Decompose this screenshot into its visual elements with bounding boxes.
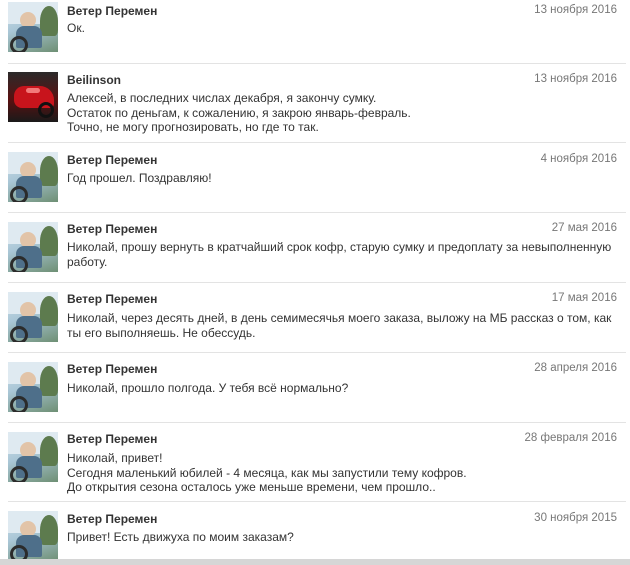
message-line: Николай, прошло полгода. У тебя всё норм… [67,381,349,395]
message-line: ты его выполняешь. Не обессудь. [67,325,256,340]
message-text: Николай, через десять дней, в день семим… [67,311,617,340]
message-author[interactable]: Ветер Перемен [67,222,157,236]
message-text: Привет! Есть движуха по моим заказам? [67,530,617,545]
message-date: 30 ноября 2015 [534,512,617,524]
message-text: Николай, привет! Сегодня маленький юбиле… [67,451,617,495]
message-author[interactable]: Beilinson [67,73,121,87]
message-line: Ок. [67,21,85,35]
message-date: 13 ноября 2016 [534,4,617,16]
avatar[interactable] [8,2,58,52]
avatar[interactable] [8,432,58,482]
divider [8,422,626,423]
message-text: Николай, прошу вернуть в кратчайший срок… [67,240,617,269]
message-text: Николай, прошло полгода. У тебя всё норм… [67,381,617,396]
message-line: Остаток по деньгам, к сожалению, я закро… [67,105,411,120]
divider [8,282,626,283]
avatar[interactable] [8,511,58,561]
horizontal-scrollbar[interactable] [0,559,630,565]
message-line: Точно, не могу прогнозировать, но где то… [67,120,319,134]
avatar[interactable] [8,152,58,202]
message-thread: Ветер Перемен 13 ноября 2016 Ок. Beilins… [0,0,630,565]
message-date: 13 ноября 2016 [534,73,617,85]
message-date: 28 апреля 2016 [534,362,617,374]
message-author[interactable]: Ветер Перемен [67,432,157,446]
message-date: 28 февраля 2016 [524,432,617,444]
divider [8,63,626,64]
message-date: 27 мая 2016 [551,222,617,234]
message-line: Николай, прошу вернуть в кратчайший срок… [67,240,612,254]
message-line: До открытия сезона осталось уже меньше в… [67,480,436,494]
message-text: Ок. [67,21,617,36]
message-author[interactable]: Ветер Перемен [67,512,157,526]
message-line: работу. [67,254,108,269]
divider [8,142,626,143]
avatar[interactable] [8,72,58,122]
message-author[interactable]: Ветер Перемен [67,153,157,167]
avatar[interactable] [8,222,58,272]
divider [8,212,626,213]
avatar[interactable] [8,292,58,342]
divider [8,501,626,502]
message-date: 4 ноября 2016 [540,153,617,165]
message-line: Алексей, в последних числах декабря, я з… [67,91,377,105]
message-text: Год прошел. Поздравляю! [67,171,617,186]
message-author[interactable]: Ветер Перемен [67,4,157,18]
message-author[interactable]: Ветер Перемен [67,292,157,306]
avatar[interactable] [8,362,58,412]
message-line: Привет! Есть движуха по моим заказам? [67,530,294,544]
message-line: Николай, через десять дней, в день семим… [67,311,612,325]
divider [8,352,626,353]
message-line: Сегодня маленький юбилей - 4 месяца, как… [67,465,467,480]
message-date: 17 мая 2016 [551,292,617,304]
message-author[interactable]: Ветер Перемен [67,362,157,376]
message-line: Год прошел. Поздравляю! [67,171,212,185]
message-line: Николай, привет! [67,451,163,465]
message-text: Алексей, в последних числах декабря, я з… [67,91,617,135]
